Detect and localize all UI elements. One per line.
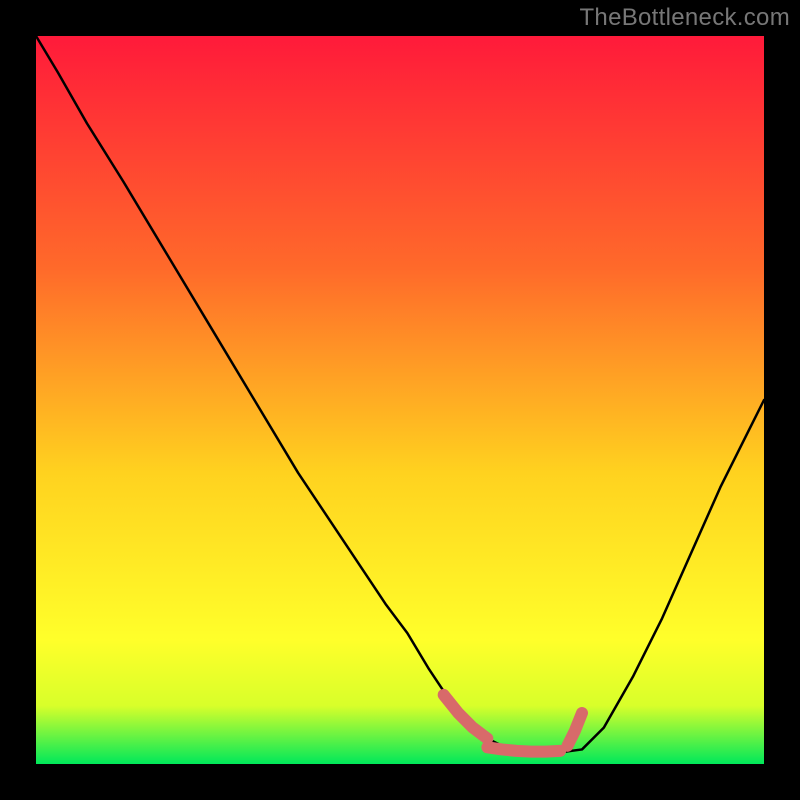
watermark-text: TheBottleneck.com — [579, 4, 790, 32]
chart-frame: TheBottleneck.com — [0, 0, 800, 800]
gradient-background — [36, 36, 764, 764]
chart-svg — [36, 36, 764, 764]
plot-area — [36, 36, 764, 764]
pink-segment-bottom — [487, 747, 560, 751]
